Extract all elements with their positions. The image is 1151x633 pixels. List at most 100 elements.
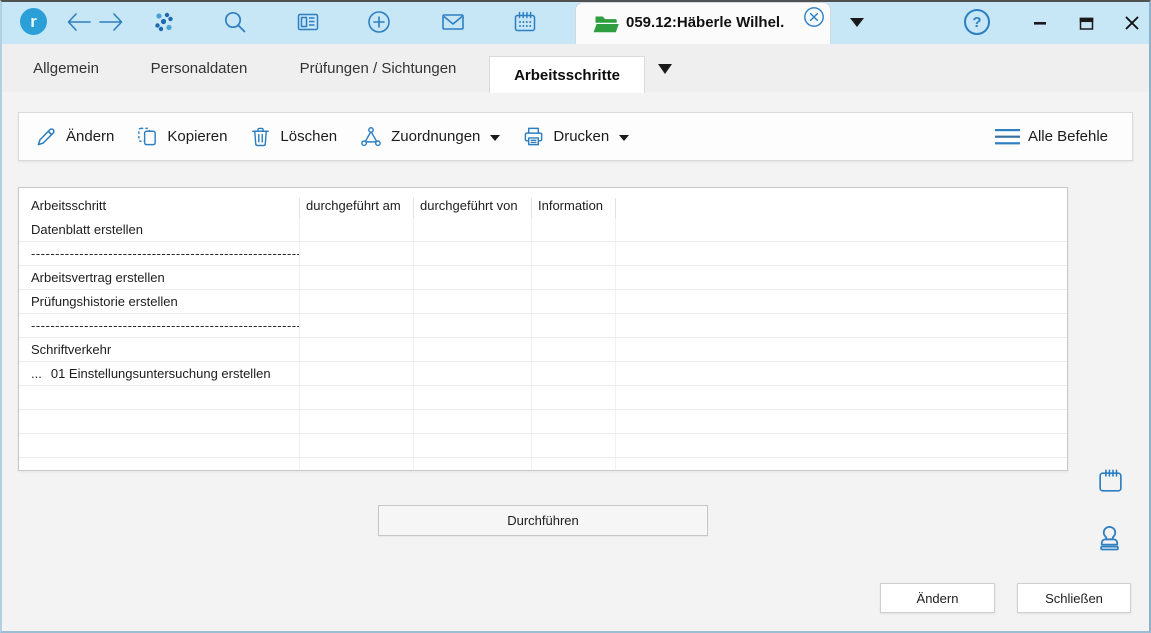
chevron-down-icon [850,18,864,27]
table-row[interactable]: Arbeitsvertrag erstellen [19,266,1067,290]
drucken-dropdown[interactable]: Drucken [522,125,629,148]
column-header-information[interactable]: Information [532,198,616,218]
add-button[interactable] [364,7,394,37]
chevron-down-icon [490,135,500,141]
help-button[interactable]: ? [964,9,990,35]
separator-text: ----------------------------------------… [31,246,300,261]
zuordnungen-dropdown[interactable]: Zuordnungen [359,125,500,148]
table-cell [532,338,616,361]
column-header-durchgefuehrt-am[interactable]: durchgeführt am [300,198,414,218]
titlebar: r [2,2,1149,44]
table-cell [414,458,532,471]
close-icon [1124,15,1140,31]
workstep-label: Datenblatt erstellen [31,222,143,237]
close-button[interactable] [1120,11,1144,35]
maximize-button[interactable] [1074,11,1098,35]
table-cell [300,242,414,265]
table-cell [616,266,1067,289]
minimize-icon [1033,16,1047,30]
column-header-durchgefuehrt-von[interactable]: durchgeführt von [414,198,532,218]
schliessen-button[interactable]: Schließen [1017,583,1131,613]
table-cell [532,434,616,457]
table-row[interactable]: Schriftverkehr [19,338,1067,362]
modules-button[interactable] [149,7,179,37]
stamp-icon [1094,522,1125,553]
notes-button[interactable] [1094,465,1126,497]
news-button[interactable] [293,7,323,37]
table-cell [532,410,616,433]
tab-arbeitsschritte[interactable]: Arbeitsschritte [489,56,645,93]
app-logo[interactable]: r [20,8,47,35]
table-cell [616,242,1067,265]
app-window: r [0,0,1151,633]
tab-personaldaten[interactable]: Personaldaten [140,44,258,92]
search-button[interactable] [220,7,250,37]
loeschen-button[interactable]: Löschen [249,125,337,148]
stamp-button[interactable] [1093,521,1125,553]
table-row[interactable]: ...01 Einstellungsuntersuchung erstellen [19,362,1067,386]
table-cell [532,218,616,241]
back-button[interactable] [64,7,94,37]
table-row[interactable]: ----------------------------------------… [19,314,1067,338]
table-row[interactable]: ----------------------------------------… [19,242,1067,266]
chevron-down-icon [658,64,672,74]
mail-button[interactable] [438,7,468,37]
document-tab[interactable]: 059.12:Häberle Wilhel... [575,2,831,44]
table-cell [300,362,414,385]
aendern-button[interactable]: Ändern [35,125,114,148]
help-icon: ? [972,14,981,31]
tabs-overflow-dropdown[interactable] [658,64,672,74]
titlebar-dropdown[interactable] [850,18,864,27]
table-row[interactable] [19,386,1067,410]
workstep-label: Schriftverkehr [31,342,111,357]
folder-icon [592,12,620,36]
table-cell [19,458,300,471]
alle-befehle-dropdown[interactable]: Alle Befehle [995,128,1116,146]
table-cell [616,410,1067,433]
table-cell [300,314,414,337]
table-cell [414,242,532,265]
table-cell [300,410,414,433]
table-cell: ----------------------------------------… [19,314,300,337]
table-cell [616,338,1067,361]
table-row[interactable]: Datenblatt erstellen [19,218,1067,242]
column-header-arbeitsschritt[interactable]: Arbeitsschritt [19,198,300,218]
calendar-button[interactable] [510,7,540,37]
durchfuehren-button[interactable]: Durchführen [378,505,708,536]
table-row[interactable] [19,434,1067,458]
aendern-footer-button[interactable]: Ändern [880,583,995,613]
table-row[interactable] [19,410,1067,434]
table-cell [300,434,414,457]
mail-icon [440,9,466,35]
document-tab-close-button[interactable] [802,5,826,29]
table-row[interactable]: Prüfungshistorie erstellen [19,290,1067,314]
table-cell [414,338,532,361]
page-tabstrip: Allgemein Personaldaten Prüfungen / Sich… [2,44,1149,92]
table-row[interactable] [19,458,1067,471]
table-cell [616,386,1067,409]
forward-button[interactable] [96,7,126,37]
kopieren-button[interactable]: Kopieren [136,125,227,148]
printer-icon [522,125,545,148]
table-cell [300,338,414,361]
table-cell [414,218,532,241]
table-cell [414,386,532,409]
tab-pruefungen-sichtungen[interactable]: Prüfungen / Sichtungen [288,44,468,92]
minimize-button[interactable] [1028,11,1052,35]
modules-icon [151,9,177,35]
table-cell: Datenblatt erstellen [19,218,300,241]
table-cell [616,218,1067,241]
table-cell [300,386,414,409]
worksteps-table-rows: Datenblatt erstellen --------------------… [19,218,1067,471]
table-cell [414,434,532,457]
table-cell [532,314,616,337]
row-expand-indicator[interactable]: ... [31,366,42,381]
workstep-label: Prüfungshistorie erstellen [31,294,178,309]
calendar-icon [512,9,538,35]
table-cell [414,362,532,385]
close-circle-icon [803,6,825,28]
tab-allgemein[interactable]: Allgemein [24,44,108,92]
table-cell [414,410,532,433]
search-icon [222,9,248,35]
table-cell: ...01 Einstellungsuntersuchung erstellen [19,362,300,385]
